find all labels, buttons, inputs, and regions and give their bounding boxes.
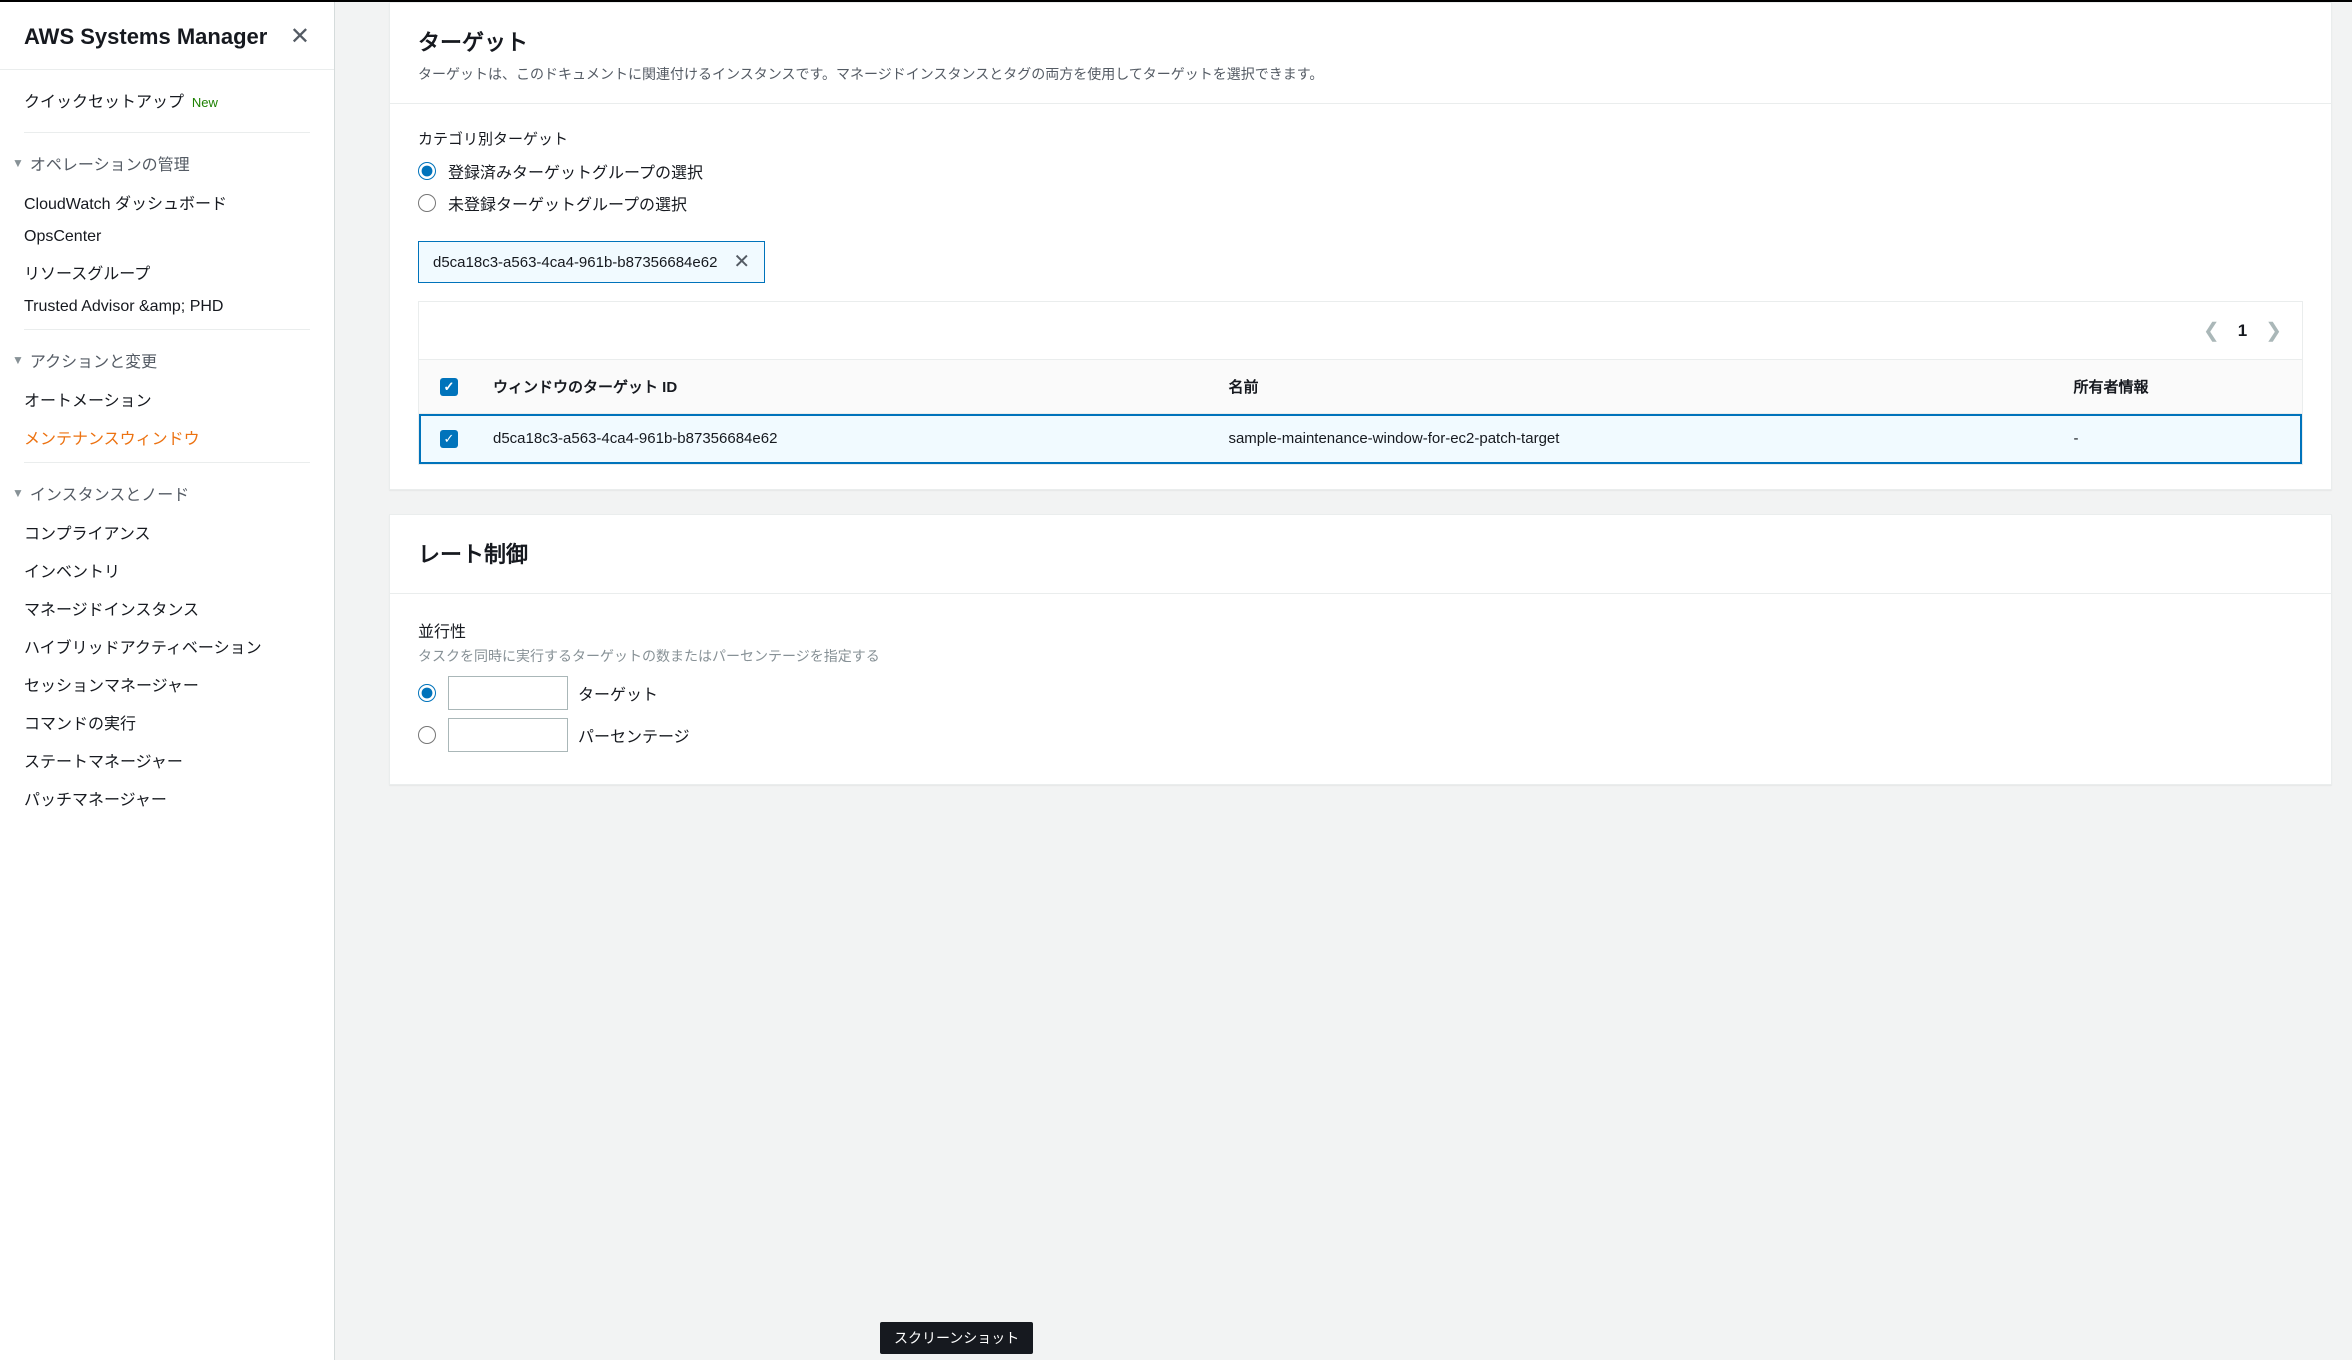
divider — [24, 462, 310, 463]
close-icon[interactable]: ✕ — [290, 22, 310, 51]
rate-control-panel: レート制御 並行性 タスクを同時に実行するターゲットの数またはパーセンテージを指… — [389, 514, 2332, 785]
sidebar-item-trusted-advisor[interactable]: Trusted Advisor &amp; PHD — [24, 291, 310, 323]
col-owner[interactable]: 所有者情報 — [2059, 360, 2302, 414]
table-row[interactable]: ✓ d5ca18c3-a563-4ca4-961b-b87356684e62 s… — [419, 414, 2302, 465]
sidebar-item-quick-setup[interactable]: クイックセットアップ — [24, 94, 184, 111]
percentage-input[interactable] — [448, 718, 568, 752]
sidebar-group-operations[interactable]: ▼ オペレーションの管理 — [0, 139, 334, 183]
selected-token: d5ca18c3-a563-4ca4-961b-b87356684e62 ✕ — [418, 241, 765, 283]
targets-desc: ターゲットは、このドキュメントに関連付けるインスタンスです。マネージドインスタン… — [418, 63, 2303, 85]
remove-token-icon[interactable]: ✕ — [733, 252, 750, 272]
sidebar-item-automation[interactable]: オートメーション — [24, 380, 310, 418]
sidebar-item-managed-instances[interactable]: マネージドインスタンス — [24, 589, 310, 627]
sidebar-item-state-manager[interactable]: ステートマネージャー — [24, 741, 310, 779]
col-target-id[interactable]: ウィンドウのターゲット ID — [479, 360, 1214, 414]
screenshot-tooltip: スクリーンショット — [880, 1322, 1033, 1354]
select-all-checkbox[interactable]: ✓ — [440, 378, 458, 396]
targets-table: ✓ ウィンドウのターゲット ID 名前 所有者情報 ✓ — [419, 359, 2302, 464]
sidebar-group-instances[interactable]: ▼ インスタンスとノード — [0, 469, 334, 513]
radio-unregistered-label[interactable]: 未登録ターゲットグループの選択 — [448, 191, 687, 215]
col-name[interactable]: 名前 — [1214, 360, 2059, 414]
pagination: ❮ 1 ❯ — [2203, 318, 2282, 343]
caret-down-icon: ▼ — [12, 353, 24, 367]
concurrency-label: 並行性 — [418, 618, 2303, 642]
main-content: ターゲット ターゲットは、このドキュメントに関連付けるインスタンスです。マネージ… — [335, 2, 2352, 1360]
radio-unregistered[interactable] — [418, 194, 436, 212]
radio-registered[interactable] — [418, 162, 436, 180]
sidebar-group-label: アクションと変更 — [30, 348, 157, 372]
sidebar: AWS Systems Manager ✕ クイックセットアップ New ▼ オ… — [0, 2, 335, 1360]
sidebar-item-hybrid-activations[interactable]: ハイブリッドアクティベーション — [24, 627, 310, 665]
cell-name: sample-maintenance-window-for-ec2-patch-… — [1214, 414, 2059, 465]
sidebar-title: AWS Systems Manager — [24, 24, 267, 50]
divider — [24, 329, 310, 330]
sidebar-group-label: オペレーションの管理 — [30, 151, 190, 175]
sidebar-group-label: インスタンスとノード — [30, 481, 189, 505]
cell-target-id: d5ca18c3-a563-4ca4-961b-b87356684e62 — [479, 414, 1214, 465]
radio-percentage-label[interactable]: パーセンテージ — [578, 723, 690, 747]
radio-registered-label[interactable]: 登録済みターゲットグループの選択 — [448, 159, 703, 183]
targets-count-input[interactable] — [448, 676, 568, 710]
radio-targets-label[interactable]: ターゲット — [578, 681, 658, 705]
new-badge: New — [192, 95, 218, 110]
sidebar-item-inventory[interactable]: インベントリ — [24, 551, 310, 589]
sidebar-item-patch-manager[interactable]: パッチマネージャー — [24, 779, 310, 817]
cell-owner: - — [2059, 414, 2302, 465]
concurrency-desc: タスクを同時に実行するターゲットの数またはパーセンテージを指定する — [418, 646, 2303, 666]
radio-targets[interactable] — [418, 684, 436, 702]
sidebar-item-compliance[interactable]: コンプライアンス — [24, 513, 310, 551]
sidebar-item-run-command[interactable]: コマンドの実行 — [24, 703, 310, 741]
prev-page-icon[interactable]: ❮ — [2203, 318, 2220, 343]
sidebar-item-resource-groups[interactable]: リソースグループ — [24, 253, 310, 291]
radio-percentage[interactable] — [418, 726, 436, 744]
row-checkbox[interactable]: ✓ — [440, 430, 458, 448]
sidebar-item-cloudwatch[interactable]: CloudWatch ダッシュボード — [24, 183, 310, 221]
divider — [24, 132, 310, 133]
rate-title: レート制御 — [418, 537, 2303, 569]
token-text: d5ca18c3-a563-4ca4-961b-b87356684e62 — [433, 254, 717, 271]
targets-panel: ターゲット ターゲットは、このドキュメントに関連付けるインスタンスです。マネージ… — [389, 2, 2332, 490]
sidebar-group-actions[interactable]: ▼ アクションと変更 — [0, 336, 334, 380]
next-page-icon[interactable]: ❯ — [2265, 318, 2282, 343]
sidebar-item-opscenter[interactable]: OpsCenter — [24, 221, 310, 253]
targets-title: ターゲット — [418, 25, 2303, 57]
page-number: 1 — [2238, 321, 2247, 341]
caret-down-icon: ▼ — [12, 486, 24, 500]
caret-down-icon: ▼ — [12, 156, 24, 170]
category-label: カテゴリ別ターゲット — [418, 128, 2303, 149]
sidebar-item-session-manager[interactable]: セッションマネージャー — [24, 665, 310, 703]
targets-table-container: ❮ 1 ❯ ✓ ウィンドウのターゲット ID 名前 — [418, 301, 2303, 465]
sidebar-item-maintenance-windows[interactable]: メンテナンスウィンドウ — [24, 418, 310, 456]
